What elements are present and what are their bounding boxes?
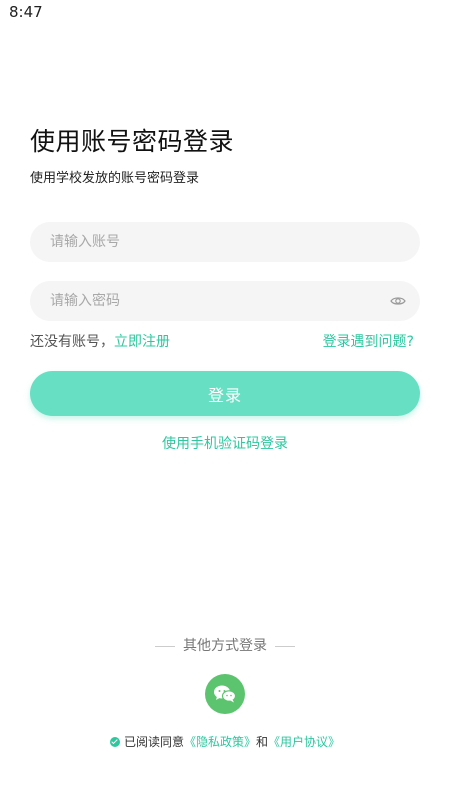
form-links-row: 还没有账号，立即注册 登录遇到问题? xyxy=(30,331,420,351)
other-login-divider: 其他方式登录 xyxy=(0,635,450,655)
agreement-text: 已阅读同意 xyxy=(123,735,184,749)
login-screen: 8:47 使用账号密码登录 使用学校发放的账号密码登录 还没有账号，立即注册 登… xyxy=(0,0,450,800)
account-field[interactable] xyxy=(30,222,420,262)
account-input[interactable] xyxy=(50,222,380,262)
eye-icon[interactable] xyxy=(390,293,406,309)
password-input[interactable] xyxy=(50,281,380,321)
divider-line-left xyxy=(155,645,175,647)
agreement-row: 已阅读同意《隐私政策》和《用户协议》 xyxy=(0,733,450,750)
login-problem-link[interactable]: 登录遇到问题? xyxy=(323,331,414,351)
login-button[interactable]: 登录 xyxy=(30,371,420,416)
divider-line-right xyxy=(275,645,295,647)
agreement-checkbox[interactable] xyxy=(109,736,120,747)
page-subtitle: 使用学校发放的账号密码登录 xyxy=(30,171,200,186)
wechat-login-button[interactable] xyxy=(205,674,245,714)
other-login-label: 其他方式登录 xyxy=(183,638,267,654)
sms-login-link[interactable]: 使用手机验证码登录 xyxy=(0,433,450,453)
page-title: 使用账号密码登录 xyxy=(30,127,235,156)
privacy-policy-link[interactable]: 《隐私政策》 xyxy=(184,735,256,749)
no-account-text: 还没有账号， xyxy=(30,334,114,350)
register-link[interactable]: 立即注册 xyxy=(114,334,170,350)
wechat-icon xyxy=(214,685,237,703)
status-bar-time: 8:47 xyxy=(9,3,43,21)
password-field[interactable] xyxy=(30,281,420,321)
user-agreement-link[interactable]: 《用户协议》 xyxy=(268,735,340,749)
no-account-hint: 还没有账号，立即注册 xyxy=(30,331,170,351)
agreement-and-text: 和 xyxy=(256,735,269,749)
